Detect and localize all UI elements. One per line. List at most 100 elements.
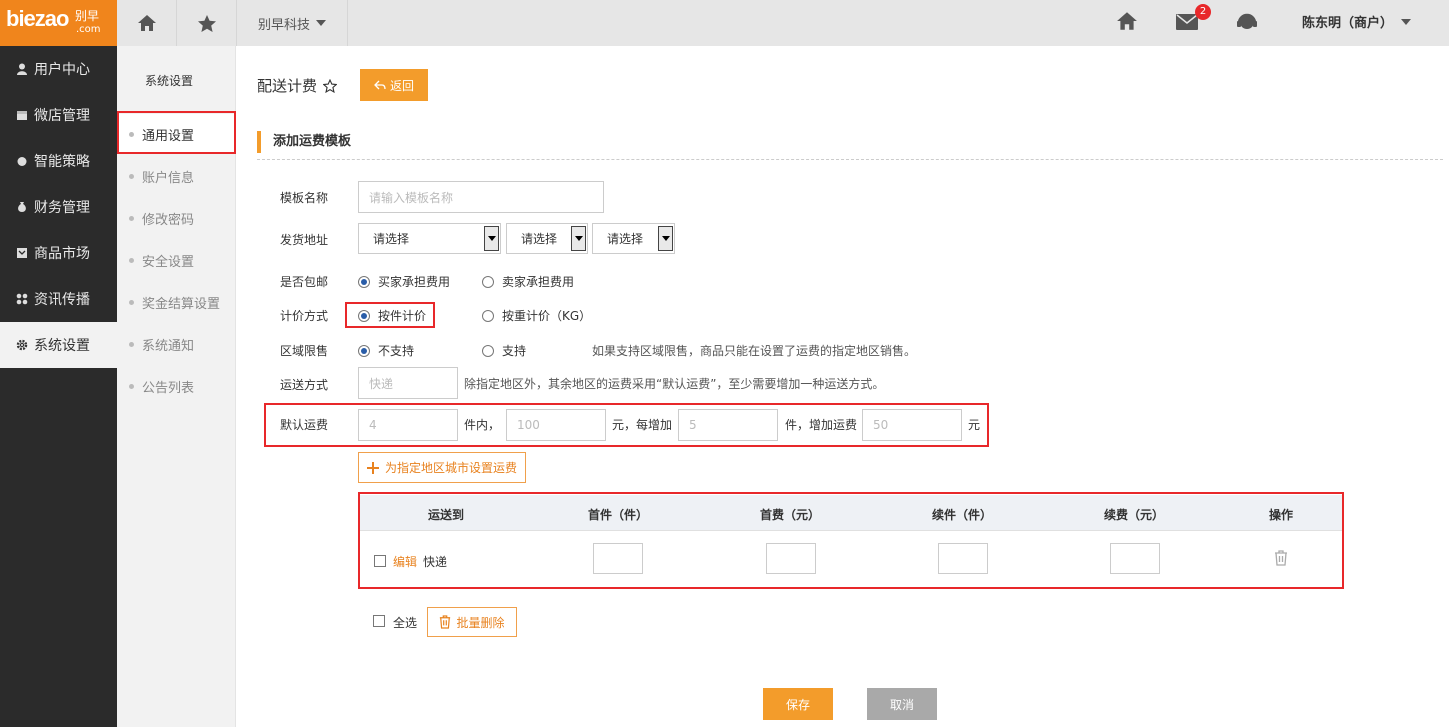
radio-label: 按件计价 — [378, 309, 427, 323]
add-qty-cell-input[interactable] — [938, 543, 988, 574]
add-fee-input[interactable]: 50 — [862, 409, 962, 441]
save-button-label: 保存 — [785, 697, 810, 712]
default-fee-label: 默认运费 — [280, 418, 329, 432]
first-qty-cell-input[interactable] — [593, 543, 643, 574]
template-name-label: 模板名称 — [280, 191, 329, 205]
first-qty-value: 4 — [369, 418, 377, 432]
subnav-item-label: 公告列表 — [142, 380, 195, 396]
column-header: 运送到 — [428, 508, 465, 522]
add-fee-cell-input[interactable] — [1110, 543, 1160, 574]
column-header: 操作 — [1269, 508, 1294, 522]
home-icon — [137, 15, 156, 31]
bullet-icon — [129, 215, 134, 221]
subnav-item-bonus[interactable]: 奖金结算设置 — [117, 282, 236, 322]
subnav-item-label: 系统通知 — [142, 338, 195, 354]
free-shipping-label: 是否包邮 — [280, 275, 329, 289]
back-button[interactable]: 返回 — [360, 69, 428, 101]
column-header: 续件（件） — [932, 508, 993, 522]
radio-icon — [358, 309, 370, 322]
add-region-fee-label: 为指定地区城市设置运费 — [384, 461, 517, 475]
page-title-text: 配送计费 — [257, 77, 318, 95]
province-select-value: 请选择 — [373, 232, 410, 246]
sidebar-item-shop[interactable]: 微店管理 — [0, 92, 117, 138]
province-select[interactable]: 请选择 — [358, 223, 501, 254]
first-qty-input[interactable]: 4 — [358, 409, 458, 441]
sidebar-item-label: 资讯传播 — [34, 292, 90, 308]
sidebar-item-news[interactable]: 资讯传播 — [0, 276, 117, 322]
back-button-label: 返回 — [389, 78, 414, 93]
region-hint: 如果支持区域限售，商品只能在设置了运费的指定地区销售。 — [592, 344, 917, 358]
add-region-fee-button[interactable]: 为指定地区城市设置运费 — [358, 452, 526, 483]
select-all-checkbox[interactable] — [373, 615, 385, 627]
radio-icon — [482, 275, 494, 288]
edit-link[interactable]: 编辑 — [393, 553, 417, 570]
batch-delete-button[interactable]: 批量删除 — [427, 607, 517, 637]
shop-icon — [17, 111, 27, 120]
sidebar-item-label: 财务管理 — [34, 200, 90, 216]
radio-by-weight[interactable]: 按重计价（KG） — [482, 307, 591, 324]
subnav-item-announcement[interactable]: 公告列表 — [117, 366, 236, 406]
first-fee-input[interactable]: 100 — [506, 409, 606, 441]
shipping-method-input[interactable]: 快递 — [358, 367, 458, 399]
subnav-item-password[interactable]: 修改密码 — [117, 198, 236, 238]
sidebar-item-user-center[interactable]: 用户中心 — [0, 46, 117, 92]
shipping-hint: 除指定地区外，其余地区的运费采用“默认运费”，至少需要增加一种运送方式。 — [464, 377, 885, 391]
user-menu[interactable]: 陈东明（商户） — [1302, 12, 1412, 31]
gear-icon — [16, 339, 28, 351]
radio-seller-pays[interactable]: 卖家承担费用 — [482, 273, 574, 290]
subnav-item-label: 奖金结算设置 — [142, 296, 221, 312]
column-header: 首费（元） — [760, 508, 821, 522]
row-checkbox[interactable] — [374, 555, 386, 567]
subnav-item-account[interactable]: 账户信息 — [117, 156, 236, 196]
sidebar-item-market[interactable]: 商品市场 — [0, 230, 117, 276]
shipping-rates-table: 运送到 首件（件） 首费（元） 续件（件） 续费（元） 操作 编辑 快递 — [360, 495, 1342, 587]
subnav-item-security[interactable]: 安全设置 — [117, 240, 236, 280]
city-select[interactable]: 请选择 — [506, 223, 588, 254]
bullet-icon — [129, 173, 134, 179]
chevron-down-icon — [316, 20, 326, 26]
column-header: 续费（元） — [1104, 508, 1165, 522]
logo[interactable]: biezao 别早 .com — [0, 0, 117, 46]
cancel-button-label: 取消 — [889, 697, 914, 712]
district-select[interactable]: 请选择 — [592, 223, 675, 254]
radio-region-unsupported[interactable]: 不支持 — [358, 342, 414, 359]
section-heading: 添加运费模板 — [257, 131, 351, 153]
save-button[interactable]: 保存 — [763, 688, 833, 720]
favorite-tab[interactable] — [177, 0, 237, 46]
mail-icon[interactable] — [1176, 14, 1198, 30]
radio-buyer-pays[interactable]: 买家承担费用 — [358, 273, 450, 290]
subnav-item-notification[interactable]: 系统通知 — [117, 324, 236, 364]
radio-label: 不支持 — [378, 344, 415, 358]
first-fee-cell-input[interactable] — [766, 543, 816, 574]
table-header: 运送到 首件（件） 首费（元） 续件（件） 续费（元） 操作 — [360, 495, 1342, 531]
radio-label: 支持 — [502, 344, 527, 358]
home-icon[interactable] — [1116, 11, 1138, 31]
star-outline-icon[interactable] — [323, 78, 338, 93]
radio-region-supported[interactable]: 支持 — [482, 342, 526, 359]
company-switcher[interactable]: 别早科技 — [237, 0, 348, 46]
radio-icon — [358, 275, 370, 288]
sidebar-item-finance[interactable]: 财务管理 — [0, 184, 117, 230]
highlight-box — [117, 111, 236, 154]
template-name-input[interactable]: 请输入模板名称 — [358, 181, 604, 213]
star-icon — [197, 14, 216, 32]
radio-icon — [358, 344, 370, 357]
sidebar-item-settings[interactable]: 系统设置 — [0, 322, 117, 368]
home-tab[interactable] — [117, 0, 177, 46]
district-select-value: 请选择 — [607, 232, 644, 246]
subnav-item-label: 安全设置 — [142, 254, 195, 270]
support-headset-icon[interactable] — [1236, 11, 1258, 33]
add-fee-value: 50 — [873, 418, 889, 432]
sidebar-item-label: 微店管理 — [34, 108, 90, 124]
company-name: 别早科技 — [257, 17, 310, 33]
add-qty-input[interactable]: 5 — [678, 409, 778, 441]
pricing-method-label: 计价方式 — [280, 309, 329, 323]
radio-by-piece[interactable]: 按件计价 — [358, 307, 426, 324]
mail-badge: 2 — [1195, 4, 1211, 20]
cancel-button[interactable]: 取消 — [867, 688, 937, 720]
trash-icon[interactable] — [1274, 550, 1288, 566]
sidebar-item-label: 商品市场 — [34, 246, 90, 262]
unit-each-add: 元，每增加 — [612, 418, 673, 432]
radio-label: 卖家承担费用 — [502, 275, 575, 289]
sidebar-item-strategy[interactable]: 智能策略 — [0, 138, 117, 184]
